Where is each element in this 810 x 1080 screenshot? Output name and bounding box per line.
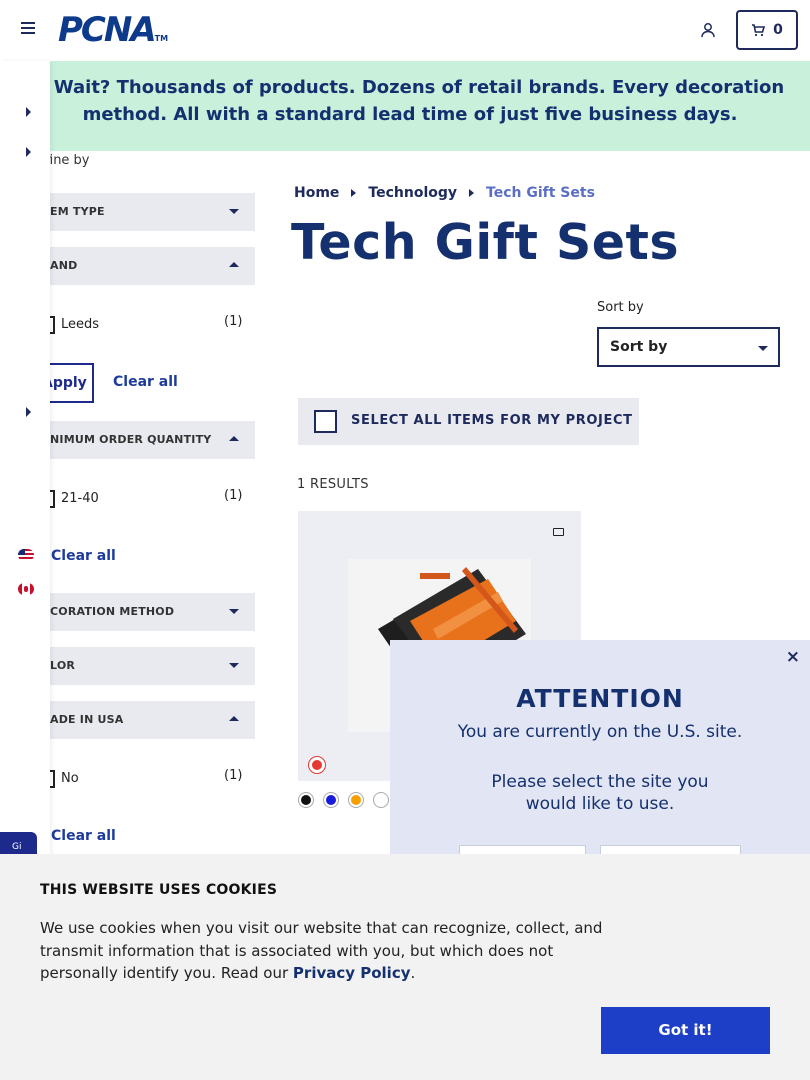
chevron-right-icon[interactable] [26,407,31,417]
cookie-heading: THIS WEBSITE USES COOKIES [40,882,278,898]
moq-option[interactable]: 21-40 (1) [30,487,255,509]
filter-label: LOR [50,659,76,672]
filter-label: CORATION METHOD [50,605,175,618]
option-label: 21-40 [61,491,99,506]
filter-moq[interactable]: NIMUM ORDER QUANTITY [30,421,255,459]
modal-line2a: Please select the site you [491,772,709,792]
logo-tm: TM [154,34,169,43]
refine-label: fine by [45,153,90,168]
filter-decoration[interactable]: CORATION METHOD [30,593,255,631]
site-header: PCNATM 0 [0,0,810,61]
breadcrumb-home[interactable]: Home [294,185,339,201]
option-count: (1) [224,488,243,503]
chevron-down-icon [229,663,239,668]
promo-banner: y Wait? Thousands of products. Dozens of… [0,61,810,151]
flag-us-icon[interactable] [18,549,34,561]
breadcrumb-current: Tech Gift Sets [486,185,595,201]
chevron-up-icon [229,436,239,441]
filter-label: ADE IN USA [50,713,124,726]
brand-option[interactable]: Leeds (1) [30,313,255,335]
select-all-label: SELECT ALL ITEMS FOR MY PROJECT [351,413,633,428]
gift-tab-label: Gi [12,842,22,852]
left-rail [0,61,50,861]
modal-line1: You are currently on the U.S. site. [457,722,743,742]
color-swatch[interactable] [299,793,313,807]
chevron-down-icon [229,609,239,614]
color-swatch[interactable] [349,793,363,807]
user-icon[interactable] [700,22,716,38]
select-all-bar[interactable]: SELECT ALL ITEMS FOR MY PROJECT [298,398,639,445]
option-label: No [61,771,79,786]
cart-count: 0 [773,22,783,38]
badge-icon [309,757,325,773]
page-title: Tech Gift Sets [291,214,680,271]
color-swatch[interactable] [324,793,338,807]
clear-all-link[interactable]: Clear all [51,548,116,564]
site-select-modal: × ATTENTION You are currently on the U.S… [390,640,810,885]
option-label: Leeds [61,317,100,332]
modal-line2b: would like to use. [525,794,675,814]
privacy-policy-link[interactable]: Privacy Policy [293,964,411,982]
close-icon[interactable]: × [786,647,800,667]
chevron-down-icon [229,209,239,214]
results-count: 1 RESULTS [297,477,369,492]
cart-button[interactable]: 0 [736,10,798,50]
sort-select[interactable]: Sort by [597,327,780,367]
modal-title: ATTENTION [516,684,684,713]
chevron-right-icon [351,189,357,197]
modal-line2: Please select the site you would like to … [390,771,810,815]
cart-icon [752,24,766,37]
clear-all-link[interactable]: Clear all [51,828,116,844]
color-swatch[interactable] [374,793,388,807]
sort-value: Sort by [610,339,668,355]
filter-label: AND [50,259,78,272]
chevron-right-icon[interactable] [26,107,31,117]
option-count: (1) [224,314,243,329]
filter-made-in-usa[interactable]: ADE IN USA [30,701,255,739]
breadcrumb: Home Technology Tech Gift Sets [294,185,595,201]
filter-brand[interactable]: AND [30,247,255,285]
breadcrumb-technology[interactable]: Technology [368,185,457,201]
chevron-down-icon [758,346,768,351]
filter-label: NIMUM ORDER QUANTITY [50,433,212,446]
logo-text: PCNA [58,10,157,50]
chevron-up-icon [229,716,239,721]
cookie-banner: THIS WEBSITE USES COOKIES We use cookies… [0,854,810,1080]
got-it-button[interactable]: Got it! [601,1007,770,1054]
filter-label: EM TYPE [50,205,105,218]
flag-ca-icon[interactable] [18,583,34,595]
banner-text: y Wait? Thousands of products. Dozens of… [35,77,785,125]
chevron-right-icon[interactable] [26,147,31,157]
chevron-right-icon [469,189,475,197]
clear-all-link[interactable]: Clear all [113,374,178,390]
filter-item-type[interactable]: EM TYPE [30,193,255,231]
option-count: (1) [224,768,243,783]
select-all-checkbox[interactable] [314,410,337,433]
logo[interactable]: PCNATM [58,12,168,57]
sort-label: Sort by [597,300,644,315]
usa-option[interactable]: No (1) [30,767,255,789]
hamburger-icon[interactable] [21,22,35,36]
filter-color[interactable]: LOR [30,647,255,685]
chevron-up-icon [229,262,239,267]
cookie-body: We use cookies when you visit our websit… [40,919,603,982]
color-swatches [299,793,388,807]
folder-icon[interactable] [553,528,564,536]
